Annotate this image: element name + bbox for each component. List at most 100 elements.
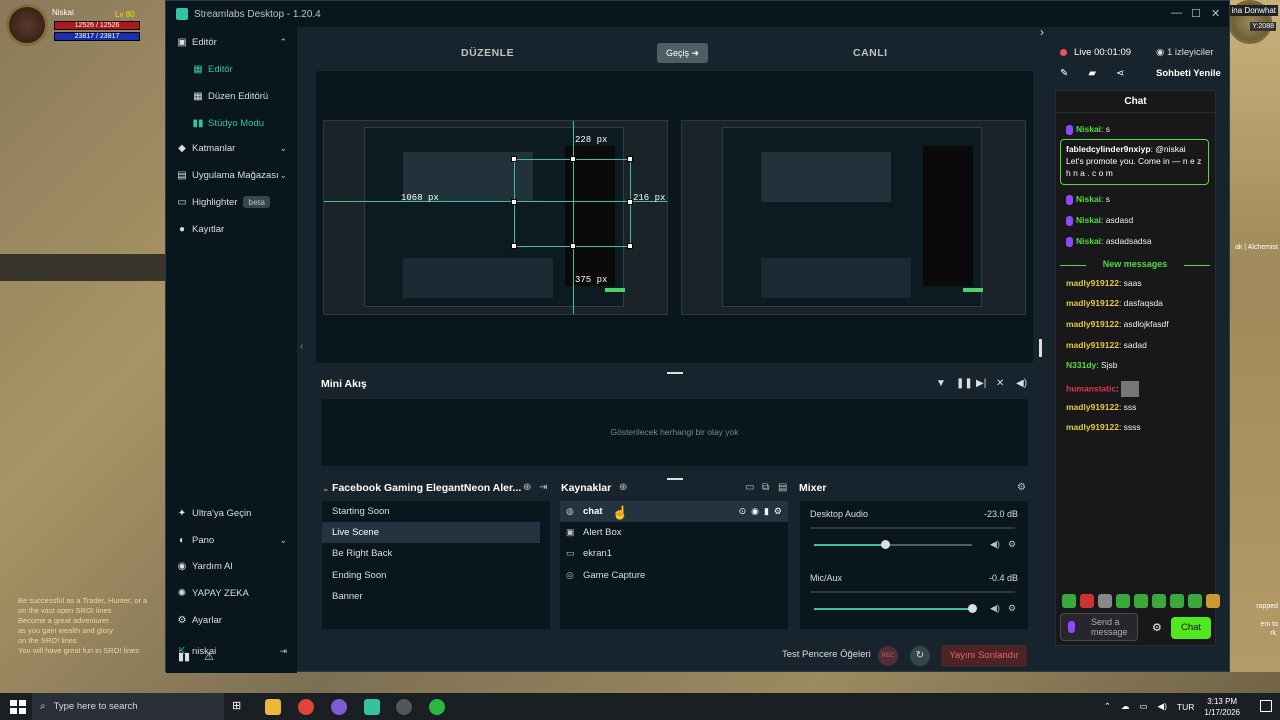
- source-item[interactable]: ◎ Game Capture: [560, 565, 788, 586]
- scene-item[interactable]: Starting Soon: [322, 501, 540, 522]
- messenger-icon[interactable]: [331, 699, 347, 715]
- file-explorer-icon[interactable]: [265, 699, 281, 715]
- record-button[interactable]: REC: [878, 646, 898, 666]
- task-view-icon[interactable]: ⊞: [232, 699, 248, 715]
- folder-icon[interactable]: ▤: [778, 482, 787, 493]
- scene-item[interactable]: Live Scene: [322, 522, 540, 543]
- scene-item[interactable]: Be Right Back: [322, 543, 540, 564]
- emote-icon[interactable]: [1116, 594, 1130, 608]
- pencil-icon[interactable]: ✎: [1060, 68, 1068, 79]
- sidebar-item-settings[interactable]: ⚙ Ayarlar: [166, 609, 297, 631]
- slider-knob[interactable]: [881, 540, 891, 549]
- taskbar-clock[interactable]: 3:13 PM 1/17/2026: [1204, 696, 1240, 718]
- end-stream-button[interactable]: Yayını Sonlandır: [941, 645, 1027, 667]
- add-scene-icon[interactable]: ⊕: [523, 482, 531, 493]
- chat-send-button[interactable]: Chat: [1171, 617, 1211, 639]
- resize-handle[interactable]: [627, 156, 633, 162]
- gear-icon[interactable]: ⚙: [1008, 539, 1016, 550]
- gear-icon[interactable]: ⚙: [1008, 603, 1016, 614]
- refresh-chat-button[interactable]: Sohbeti Yenile: [1156, 68, 1221, 79]
- add-source-icon[interactable]: ⊕: [619, 482, 627, 493]
- replay-buffer-icon[interactable]: ↻: [910, 646, 930, 666]
- scene-transition-icon[interactable]: ⇥: [539, 482, 547, 493]
- sidebar-item-highlighter[interactable]: ▭ Highlighter beta: [166, 191, 297, 213]
- chat-resize-handle[interactable]: [1039, 339, 1042, 357]
- source-item[interactable]: ◍ chat ⊙ ◉ ▮ ⚙: [560, 501, 788, 522]
- sidebar-item-help[interactable]: ◉ Yardım Al: [166, 555, 297, 577]
- resize-handle[interactable]: [570, 243, 576, 249]
- emote-icon[interactable]: [1062, 594, 1076, 608]
- chat-settings-icon[interactable]: ⚙: [1152, 621, 1162, 634]
- emote-icon[interactable]: [1188, 594, 1202, 608]
- truck-icon[interactable]: ▰: [1088, 68, 1096, 79]
- share-icon[interactable]: ⋖: [1116, 68, 1124, 79]
- sidebar-item-editor-sub[interactable]: ▦ Editör: [166, 58, 297, 80]
- panel-drag-handle[interactable]: [667, 478, 683, 480]
- speaker-icon[interactable]: ◀): [990, 603, 1000, 614]
- notification-icon[interactable]: [1260, 700, 1272, 712]
- sidebar-item-ultra[interactable]: ✦ Ultra'ya Geçin: [166, 502, 297, 524]
- stats-icon[interactable]: ▮▮: [178, 650, 190, 663]
- minimize-icon[interactable]: —: [1171, 7, 1182, 19]
- source-item[interactable]: ▣ Alert Box: [560, 522, 788, 543]
- resize-handle[interactable]: [627, 243, 633, 249]
- scenes-title[interactable]: ⌄ Facebook Gaming ElegantNeon Aler...: [322, 482, 521, 494]
- scene-item[interactable]: Ending Soon: [322, 565, 540, 586]
- alert-icon[interactable]: ⚠: [204, 650, 214, 663]
- sidebar-item-layers[interactable]: ◆ Katmanlar ⌄: [166, 137, 297, 159]
- emote-icon[interactable]: [1206, 594, 1220, 608]
- transition-button[interactable]: Geçiş ➜: [657, 43, 708, 63]
- app-icon[interactable]: [396, 699, 412, 715]
- sidebar-item-dashboard[interactable]: ◐ Pano ⌄: [166, 529, 297, 551]
- gear-icon[interactable]: ⚙: [774, 506, 782, 517]
- emote-icon[interactable]: [1080, 594, 1094, 608]
- volume-slider[interactable]: [814, 540, 972, 549]
- mute-alerts-icon[interactable]: ✕: [996, 378, 1004, 389]
- windows-start-icon[interactable]: [8, 698, 28, 716]
- filter-icon[interactable]: ▼: [936, 378, 946, 389]
- chrome-icon[interactable]: [298, 699, 314, 715]
- resize-handle[interactable]: [511, 199, 517, 205]
- streamlabs-taskbar-icon[interactable]: [364, 699, 380, 715]
- skip-icon[interactable]: ▶|: [976, 378, 986, 389]
- resize-handle[interactable]: [570, 156, 576, 162]
- source-item[interactable]: ▭ ekran1: [560, 543, 788, 564]
- lock-icon[interactable]: ⊙: [739, 506, 747, 517]
- slider-knob[interactable]: [968, 604, 977, 613]
- sidebar-item-app-store[interactable]: ▤ Uygulama Mağazası ⌄: [166, 164, 297, 186]
- scene-item[interactable]: Banner: [322, 586, 540, 607]
- network-icon[interactable]: ▭: [1140, 701, 1148, 712]
- speaker-icon[interactable]: ◀): [990, 539, 1000, 550]
- collapse-sidebar-icon[interactable]: ‹: [300, 341, 303, 352]
- taskbar-search[interactable]: ⌕ Type here to search: [32, 693, 224, 720]
- pause-icon[interactable]: ❚❚: [956, 378, 973, 389]
- resize-handle[interactable]: [511, 156, 517, 162]
- eye-icon[interactable]: ◉: [751, 506, 759, 517]
- volume-icon[interactable]: ◀): [1016, 378, 1027, 389]
- sidebar-item-editor[interactable]: ▣ Editör ⌃: [166, 31, 297, 53]
- mixer-settings-icon[interactable]: ⚙: [1017, 482, 1026, 493]
- language-indicator[interactable]: TUR: [1177, 702, 1194, 712]
- test-widgets-button[interactable]: Test Pencere Öğeleri: [782, 649, 871, 660]
- volume-icon[interactable]: ◀): [1158, 701, 1167, 712]
- maximize-icon[interactable]: ☐: [1191, 7, 1201, 20]
- source-group-icon[interactable]: ⧉: [762, 482, 769, 493]
- source-layout-icon[interactable]: ▭: [745, 482, 754, 493]
- trash-icon[interactable]: ▮: [764, 506, 769, 517]
- resize-handle[interactable]: [511, 243, 517, 249]
- emote-icon[interactable]: [1134, 594, 1148, 608]
- edit-preview[interactable]: 228 px 1068 px 216 px 375 px: [323, 120, 668, 315]
- sidebar-item-ai[interactable]: ✺ YAPAY ZEKA: [166, 582, 297, 604]
- cloud-icon[interactable]: ☁: [1121, 701, 1130, 712]
- whatsapp-icon[interactable]: [429, 699, 445, 715]
- volume-slider[interactable]: [814, 604, 977, 613]
- chevron-up-icon[interactable]: ⌃: [1104, 701, 1111, 712]
- panel-drag-handle[interactable]: [667, 372, 683, 374]
- expand-chat-icon[interactable]: ›: [1040, 25, 1044, 39]
- emote-icon[interactable]: [1098, 594, 1112, 608]
- sidebar-item-layout-editor[interactable]: ▦ Düzen Editörü: [166, 85, 297, 107]
- emote-icon[interactable]: [1152, 594, 1166, 608]
- sidebar-item-recordings[interactable]: ● Kayıtlar: [166, 218, 297, 240]
- sidebar-item-studio-mode[interactable]: ▮▮ Stüdyo Modu: [166, 112, 297, 134]
- emote-icon[interactable]: [1170, 594, 1184, 608]
